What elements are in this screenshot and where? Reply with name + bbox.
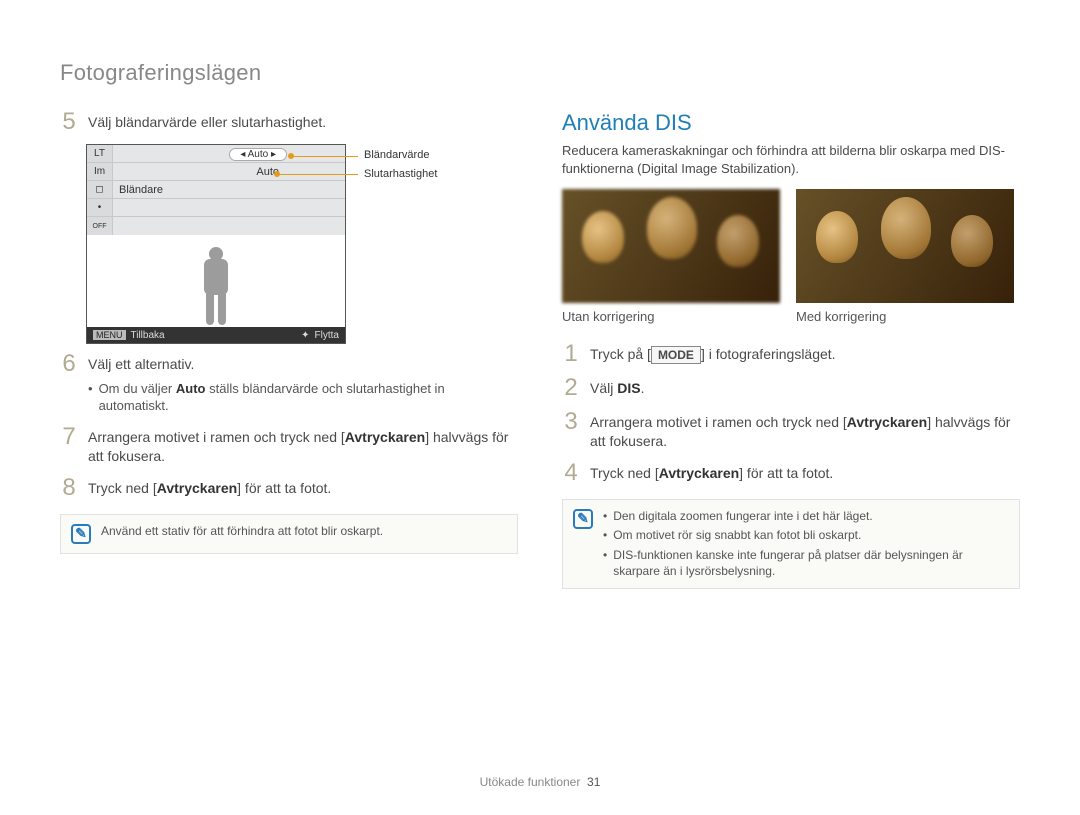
step-7: 7 Arrangera motivet i ramen och tryck ne… [60, 425, 518, 466]
mode-key: MODE [651, 346, 701, 364]
step-text: Tryck på [MODE] i fotograferingsläget. [590, 342, 1020, 366]
step-number: 8 [60, 476, 78, 500]
step-text: Tryck ned [Avtryckaren] för att ta fotot… [590, 461, 1020, 485]
annotation-shutter: Slutarhastighet [364, 168, 437, 180]
step-number: 1 [562, 342, 580, 366]
step-subtext: Om du väljer Auto ställs bländarvärde oc… [99, 380, 518, 415]
step-4: 4 Tryck ned [Avtryckaren] för att ta fot… [562, 461, 1020, 485]
step-number: 6 [60, 352, 78, 415]
right-description: Reducera kameraskakningar och förhindra … [562, 142, 1020, 177]
lcd-im-icon: Im [87, 163, 113, 180]
step-number: 7 [60, 425, 78, 466]
step-text: Arrangera motivet i ramen och tryck ned … [88, 425, 518, 466]
section-title: Fotograferingslägen [60, 60, 1020, 86]
tip-item: Den digitala zoomen fungerar inte i det … [613, 509, 873, 525]
sample-photo-corrected [796, 189, 1014, 303]
caption-uncorrected: Utan korrigering [562, 309, 780, 324]
step-text: Välj ett alternativ. [88, 355, 518, 374]
pointer-line [292, 156, 358, 157]
silhouette-icon [196, 247, 236, 327]
step-number: 4 [562, 461, 580, 485]
pointer-line [278, 174, 358, 175]
tip-text: Använd ett stativ för att förhindra att … [101, 524, 383, 538]
step-5: 5 Välj bländarvärde eller slutarhastighe… [60, 110, 518, 134]
tip-box: ✎ Använd ett stativ för att förhindra at… [60, 514, 518, 554]
step-text: Arrangera motivet i ramen och tryck ned … [590, 410, 1020, 451]
lcd-shutter-value: Auto [256, 166, 287, 178]
step-number: 5 [60, 110, 78, 134]
step-8: 8 Tryck ned [Avtryckaren] för att ta fot… [60, 476, 518, 500]
annotation-aperture: Bländarvärde [364, 149, 429, 161]
move-diamond-icon: ✦ [301, 330, 309, 341]
lcd-off-icon: OFF [87, 217, 113, 235]
step-text: Välj bländarvärde eller slutarhastighet. [88, 110, 518, 134]
info-icon: ✎ [71, 524, 91, 544]
tip-box: ✎ • Den digitala zoomen fungerar inte i d… [562, 499, 1020, 589]
step-6: 6 Välj ett alternativ. • Om du väljer Au… [60, 352, 518, 415]
tip-item: DIS-funktionen kanske inte fungerar på p… [613, 548, 1009, 579]
step-3: 3 Arrangera motivet i ramen och tryck ne… [562, 410, 1020, 451]
lcd-back-label: Tillbaka [131, 330, 165, 341]
info-icon: ✎ [573, 509, 593, 529]
tip-item: Om motivet rör sig snabbt kan fotot bli … [613, 528, 861, 544]
sample-photo-uncorrected [562, 189, 780, 303]
lcd-aperture-value: Auto [248, 149, 269, 160]
bullet-icon: • [603, 509, 607, 525]
step-text: Välj DIS. [590, 376, 1020, 400]
right-column: Använda DIS Reducera kameraskakningar oc… [562, 110, 1020, 589]
lcd-aperture-label: Bländare [113, 184, 345, 196]
bullet-icon: • [603, 528, 607, 544]
lcd-mode-icon: LT [87, 145, 113, 162]
lcd-aperture-icon: ◻ [87, 181, 113, 198]
step-number: 2 [562, 376, 580, 400]
step-1: 1 Tryck på [MODE] i fotograferingsläget. [562, 342, 1020, 366]
bullet-icon: • [603, 548, 607, 579]
left-column: 5 Välj bländarvärde eller slutarhastighe… [60, 110, 518, 589]
lcd-spot-icon: • [87, 199, 113, 216]
step-2: 2 Välj DIS. [562, 376, 1020, 400]
caption-corrected: Med korrigering [796, 309, 1014, 324]
step-text: Tryck ned [Avtryckaren] för att ta fotot… [88, 476, 518, 500]
lcd-move-label: Flytta [315, 330, 339, 341]
page-footer: Utökade funktioner 31 [0, 775, 1080, 789]
bullet-icon: • [88, 380, 93, 415]
step-number: 3 [562, 410, 580, 451]
lcd-menu-tag: MENU [93, 330, 126, 340]
right-heading: Använda DIS [562, 110, 1020, 136]
